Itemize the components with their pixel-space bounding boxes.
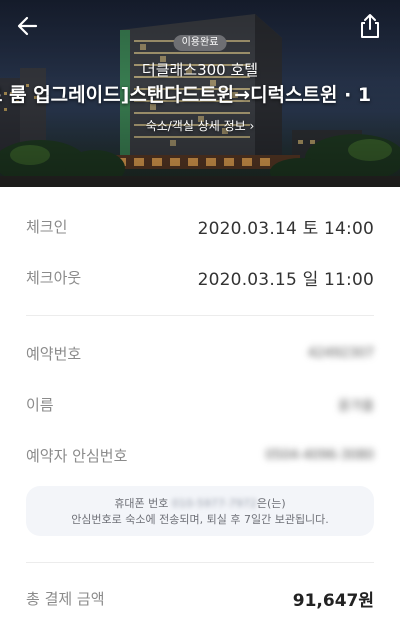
checkout-value: 2020.03.15 일 11:00 xyxy=(197,270,374,290)
booking-number-label: 예약번호 xyxy=(26,345,82,363)
booking-number-value: 42492307 xyxy=(307,346,374,361)
room-name-wrapper: [무료 룸 업그레이드]스탠다드트윈→디럭스트윈 · 1 xyxy=(0,82,400,108)
name-row: 이름 윤가을 xyxy=(26,394,374,415)
checkin-row: 체크인 2020.03.14 토 14:00 xyxy=(26,214,374,239)
notice-phone-masked: 010-5977-7972 xyxy=(171,497,257,510)
share-button[interactable] xyxy=(354,11,386,41)
share-icon xyxy=(361,14,379,38)
room-detail-link[interactable]: 숙소/객실 상세 정보 › xyxy=(0,118,400,134)
checkin-value: 2020.03.14 토 14:00 xyxy=(197,219,374,239)
checkin-label: 체크인 xyxy=(26,218,68,236)
safe-number-row: 예약자 안심번호 0504-4096-3080 xyxy=(26,445,374,466)
notice-line-1: 휴대폰 번호 010-5977-7972은(는) xyxy=(26,496,374,512)
checkout-label: 체크아웃 xyxy=(26,269,82,287)
payment-divider xyxy=(26,562,374,563)
total-payment-row: 총 결제 금액 91,647원 xyxy=(26,586,374,611)
notice-prefix: 휴대폰 번호 xyxy=(114,497,169,510)
notice-suffix: 은(는) xyxy=(256,497,286,510)
total-payment-value: 91,647원 xyxy=(292,591,374,611)
name-label: 이름 xyxy=(26,396,54,414)
status-badge: 이용완료 xyxy=(173,35,227,51)
booking-number-row: 예약번호 42492307 xyxy=(26,343,374,364)
total-payment-label: 총 결제 금액 xyxy=(26,590,105,608)
name-value: 윤가을 xyxy=(338,399,374,414)
notice-line-2: 안심번호로 숙소에 전송되며, 퇴실 후 7일간 보관됩니다. xyxy=(71,513,329,526)
hotel-name: 더클래스300 호텔 xyxy=(141,61,259,79)
back-arrow-icon xyxy=(17,16,38,36)
section-divider xyxy=(26,315,374,316)
hotel-hero-image: 이용완료 더클래스300 호텔 [무료 룸 업그레이드]스탠다드트윈→디럭스트윈… xyxy=(0,0,400,187)
safe-number-notice: 휴대폰 번호 010-5977-7972은(는) 안심번호로 숙소에 전송되며,… xyxy=(26,486,374,536)
safe-number-value: 0504-4096-3080 xyxy=(265,448,374,463)
back-button[interactable] xyxy=(14,12,46,40)
checkout-row: 체크아웃 2020.03.15 일 11:00 xyxy=(26,265,374,290)
room-name: [무료 룸 업그레이드]스탠다드트윈→디럭스트윈 · 1 xyxy=(0,84,372,106)
safe-number-label: 예약자 안심번호 xyxy=(26,447,128,465)
